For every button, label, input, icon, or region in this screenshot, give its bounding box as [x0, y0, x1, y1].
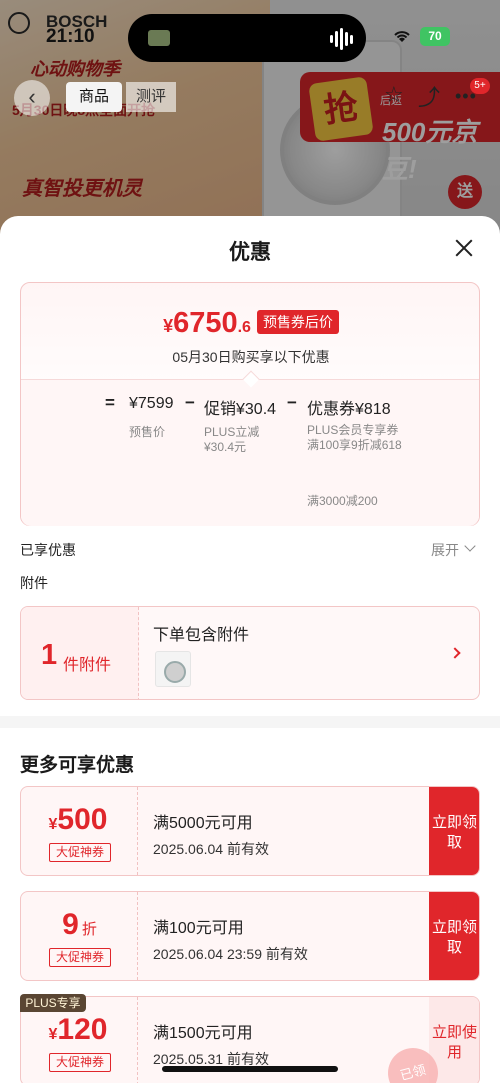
- coupon-value: 9折: [21, 908, 138, 942]
- coupon-card: 9折 大促神券 满100元可用 2025.06.04 23:59 前有效 立即领…: [20, 891, 480, 981]
- minus-sign: −: [287, 393, 297, 412]
- expand-button[interactable]: 展开: [431, 540, 459, 560]
- battery-indicator: 70: [420, 27, 450, 46]
- price-summary-card: ¥6750.6 预售券后价 05月30日购买享以下优惠 = ¥7599 − 促销¥…: [20, 282, 480, 526]
- presale-label: 预售价: [129, 425, 166, 439]
- chevron-down-icon[interactable]: [464, 540, 476, 552]
- more-discounts-title: 更多可享优惠: [20, 755, 135, 776]
- section-divider: [0, 716, 500, 728]
- chevron-right-icon[interactable]: [449, 647, 461, 659]
- message-count-badge: 5+: [470, 78, 490, 94]
- back-button[interactable]: ‹: [14, 80, 50, 116]
- sheet-title: 优惠: [229, 241, 271, 264]
- accessory-count-unit: 件附件: [63, 657, 112, 674]
- plus-exclusive-flag: PLUS专享: [20, 994, 86, 1012]
- coupon-condition: 满1500元可用: [153, 1025, 253, 1042]
- favorite-star-icon[interactable]: ☆: [384, 82, 404, 108]
- coupon-amount: 500: [57, 803, 108, 836]
- discount-sheet: 优惠 ¥6750.6 预售券后价 05月30日购买享以下优惠 = ¥7599 − …: [0, 216, 500, 1083]
- home-indicator[interactable]: [162, 1066, 338, 1072]
- coupon-description: PLUS会员专享券 满100享9折减618: [307, 423, 402, 452]
- accessory-thumbnail: [155, 651, 191, 687]
- coupon-description-2: 满3000减200: [307, 494, 378, 508]
- accessory-title: 下单包含附件: [153, 627, 250, 644]
- coupon-value: ¥500: [21, 803, 138, 837]
- price-currency: ¥: [163, 316, 174, 336]
- promo-discount: 促销¥30.4: [204, 401, 277, 418]
- enjoyed-discounts-label: 已享优惠: [20, 542, 76, 558]
- coupon-unit: 折: [81, 921, 97, 938]
- audio-wave-icon: [330, 28, 356, 50]
- coupon-discount: 优惠券¥818: [307, 401, 391, 418]
- coupon-tag: 大促神券: [49, 1053, 111, 1072]
- claim-coupon-button[interactable]: 立即领取: [429, 892, 479, 980]
- coupon-amount: 9: [62, 908, 79, 941]
- price-integer: 6750: [173, 307, 238, 339]
- final-price: ¥6750.6 预售券后价: [21, 307, 481, 340]
- price-decimal: .6: [237, 319, 251, 336]
- coupon-tag: 大促神券: [49, 948, 111, 967]
- accessory-section-label: 附件: [20, 575, 48, 591]
- accessory-card[interactable]: 1 件附件 下单包含附件: [20, 606, 480, 700]
- wifi-icon: [392, 28, 412, 49]
- coupon-condition: 满5000元可用: [153, 815, 253, 832]
- status-time: 21:10: [46, 26, 95, 47]
- tab-review[interactable]: 测评: [126, 82, 176, 112]
- plus-discount-amount: ¥30.4元: [204, 440, 247, 454]
- price-tag: 预售券后价: [256, 310, 339, 334]
- tab-product[interactable]: 商品: [66, 82, 122, 112]
- coupon-expiry: 2025.06.04 23:59 前有效: [153, 946, 308, 962]
- purchase-date-note: 05月30日购买享以下优惠: [172, 349, 330, 365]
- equals-sign: =: [105, 393, 115, 412]
- share-icon[interactable]: ⤴: [418, 80, 440, 112]
- minus-sign: −: [185, 393, 195, 412]
- coupon-card: ¥500 大促神券 满5000元可用 2025.06.04 前有效 立即领取: [20, 786, 480, 876]
- claim-coupon-button[interactable]: 立即领取: [429, 787, 479, 875]
- accessory-count: 1: [41, 639, 58, 671]
- presale-price: ¥7599: [129, 395, 174, 412]
- coupon-amount: 120: [57, 1013, 108, 1046]
- media-thumbnail-icon: [148, 30, 170, 46]
- close-icon[interactable]: [450, 234, 478, 262]
- coupon-tag: 大促神券: [49, 843, 111, 862]
- coupon-condition: 满100元可用: [153, 920, 244, 937]
- coupon-expiry: 2025.06.04 前有效: [153, 841, 269, 857]
- coupon-value: ¥120: [21, 1013, 138, 1047]
